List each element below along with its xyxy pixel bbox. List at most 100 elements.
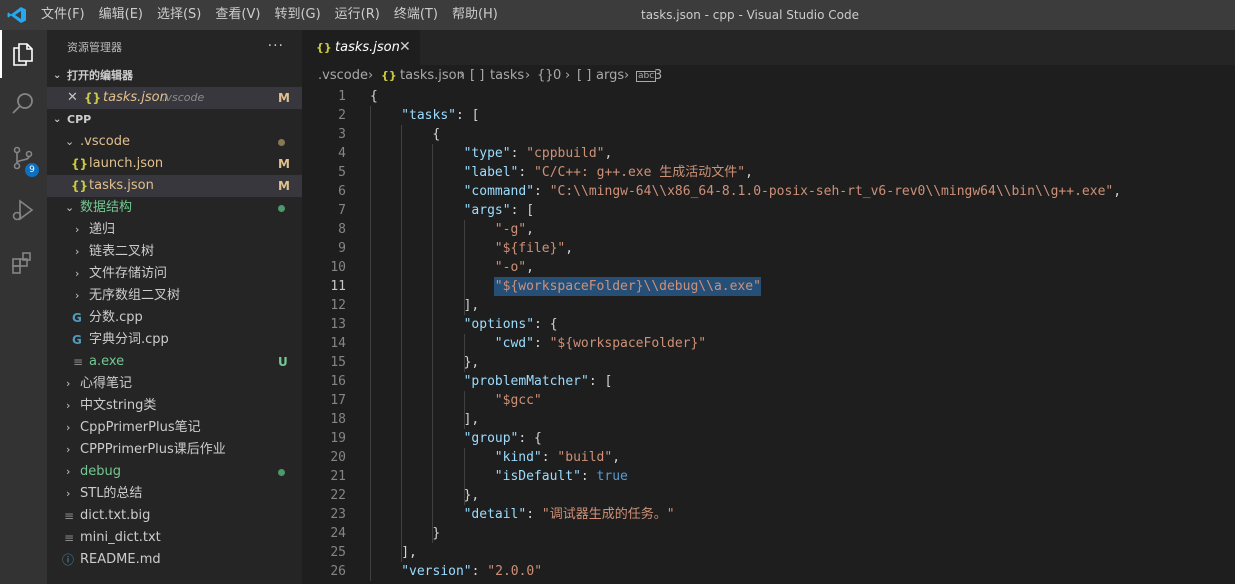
menu-run[interactable]: 运行(R) <box>328 0 387 30</box>
modified-dot-icon <box>278 139 285 146</box>
status-badge: U <box>278 355 288 369</box>
vscode-logo-icon <box>7 7 26 23</box>
code-token: "${file}" <box>494 241 566 256</box>
code-token: : <box>510 146 527 161</box>
code-line: "command": "C:\\mingw-64\\x86_64-8.1.0-p… <box>464 182 1121 201</box>
tree-label: tasks.json <box>89 178 154 193</box>
tree-file-exe[interactable]: ≡ a.exe U <box>47 351 302 373</box>
line-number: 20 <box>330 450 346 465</box>
open-editor-item[interactable]: ✕ {} tasks.json .vscode M <box>47 87 302 109</box>
breadcrumb-item[interactable]: 3 <box>654 65 662 87</box>
tree-folder-data-structures[interactable]: ⌄ 数据结构 <box>47 197 302 219</box>
tree-folder[interactable]: › STL的总结 <box>47 483 302 505</box>
menu-help[interactable]: 帮助(H) <box>445 0 505 30</box>
search-activity[interactable] <box>0 80 47 128</box>
line-number: 13 <box>330 317 346 332</box>
code-token: , <box>1113 184 1122 199</box>
tree-folder-vscode[interactable]: ⌄ .vscode <box>47 131 302 153</box>
open-editor-name: tasks.json <box>103 90 168 105</box>
explorer-activity[interactable] <box>0 30 47 78</box>
project-section[interactable]: ⌄ CPP <box>47 109 302 131</box>
code-token: : <box>580 469 597 484</box>
open-editors-title: 打开的编辑器 <box>67 69 133 82</box>
tree-label: a.exe <box>89 354 125 369</box>
code-token: } <box>432 526 441 541</box>
info-icon: ⓘ <box>62 553 75 567</box>
line-number: 1 <box>338 89 346 104</box>
line-number: 12 <box>330 298 346 313</box>
code-token: : <box>541 450 558 465</box>
open-editors-section[interactable]: ⌄ 打开的编辑器 <box>47 65 302 87</box>
code-line: "-o", <box>495 258 534 277</box>
binary-file-icon: ≡ <box>73 355 84 369</box>
tree-file-cpp[interactable]: G 分数.cpp <box>47 307 302 329</box>
tab-label: tasks.json <box>335 40 400 55</box>
tree-folder[interactable]: › 文件存储访问 <box>47 263 302 285</box>
breadcrumb-item[interactable]: args <box>596 65 624 87</box>
tab-tasks-json[interactable]: {} tasks.json ✕ <box>302 30 420 65</box>
tree-folder[interactable]: › 无序数组二叉树 <box>47 285 302 307</box>
tree-file-readme[interactable]: ⓘ README.md <box>47 549 302 571</box>
chevron-right-icon: › <box>75 245 80 258</box>
chevron-right-icon: › <box>66 487 71 500</box>
line-number: 5 <box>338 165 346 180</box>
menu-edit[interactable]: 编辑(E) <box>92 0 150 30</box>
extensions-activity[interactable] <box>0 238 47 286</box>
menu-terminal[interactable]: 终端(T) <box>387 0 445 30</box>
source-control-activity[interactable]: 9 <box>0 134 47 182</box>
breadcrumb-item[interactable]: 0 <box>553 65 561 87</box>
code-line: "$gcc" <box>495 391 542 410</box>
tree-folder[interactable]: › 心得笔记 <box>47 373 302 395</box>
code-token: "kind" <box>494 450 542 465</box>
menu-go[interactable]: 转到(G) <box>267 0 327 30</box>
close-icon[interactable]: ✕ <box>67 87 78 109</box>
tree-file-tasks-json[interactable]: {} tasks.json M <box>47 175 302 197</box>
line-number: 15 <box>330 355 346 370</box>
code-token: , <box>526 222 534 237</box>
code-line: { <box>432 125 440 144</box>
tree-label: CppPrimerPlus笔记 <box>80 420 201 435</box>
tree-label: launch.json <box>89 156 164 171</box>
tree-folder-debug[interactable]: › debug <box>47 461 302 483</box>
tree-file-launch-json[interactable]: {} launch.json M <box>47 153 302 175</box>
tree-folder[interactable]: › CppPrimerPlus笔记 <box>47 417 302 439</box>
tree-folder[interactable]: › 链表二叉树 <box>47 241 302 263</box>
explorer-title: 资源管理器 <box>67 41 122 54</box>
code-token: : [ <box>588 374 613 389</box>
tree-folder[interactable]: › 递归 <box>47 219 302 241</box>
json-file-icon: {} <box>316 41 332 54</box>
tree-folder[interactable]: › CPPPrimerPlus课后作业 <box>47 439 302 461</box>
code-token: , <box>565 241 574 256</box>
code-line: "${workspaceFolder}\\debug\\a.exe" <box>495 277 761 296</box>
code-token: , <box>612 450 621 465</box>
chevron-right-icon: › <box>66 465 71 478</box>
code-token: "build" <box>557 450 613 465</box>
more-actions-icon[interactable]: ··· <box>268 30 284 63</box>
breadcrumb-item[interactable]: tasks.json <box>400 65 465 87</box>
chevron-down-icon: ⌄ <box>53 114 62 125</box>
code-line: ], <box>464 296 480 315</box>
menu-selection[interactable]: 选择(S) <box>150 0 208 30</box>
line-number: 7 <box>338 203 346 218</box>
tree-label: 文件存储访问 <box>89 266 168 281</box>
untracked-dot-icon <box>278 205 285 212</box>
code-line: "type": "cppbuild", <box>464 144 613 163</box>
code-token: "isDefault" <box>494 469 581 484</box>
line-number: 23 <box>330 507 346 522</box>
menu-file[interactable]: 文件(F) <box>34 0 92 30</box>
array-icon: [ ] <box>470 68 485 83</box>
tree-file-cpp[interactable]: G 字典分词.cpp <box>47 329 302 351</box>
chevron-right-icon: › <box>565 68 571 83</box>
tree-folder[interactable]: › 中文string类 <box>47 395 302 417</box>
menu-view[interactable]: 查看(V) <box>208 0 267 30</box>
tree-file[interactable]: ≡ mini_dict.txt <box>47 527 302 549</box>
run-debug-activity[interactable] <box>0 186 47 234</box>
code-editor[interactable]: 1{2 "tasks": [3{4 "type": "cppbuild", 5 "lab… <box>302 87 1235 584</box>
tree-label: 分数.cpp <box>89 310 143 325</box>
tree-label: mini_dict.txt <box>80 530 161 545</box>
breadcrumb-item[interactable]: tasks <box>490 65 524 87</box>
breadcrumb-item[interactable]: .vscode <box>318 65 368 87</box>
tree-file[interactable]: ≡ dict.txt.big <box>47 505 302 527</box>
close-tab-icon[interactable]: ✕ <box>399 30 411 65</box>
code-token: "command" <box>463 184 535 199</box>
